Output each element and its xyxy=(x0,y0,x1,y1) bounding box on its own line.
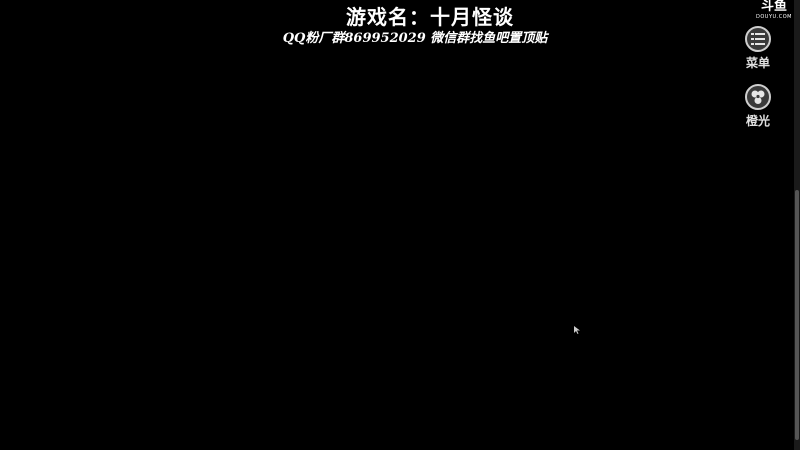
orange-light-button-label: 橙光 xyxy=(745,114,770,128)
stream-title-overlay: 游戏名：十月怪谈 xyxy=(346,5,514,29)
orange-light-button[interactable]: 橙光 xyxy=(734,84,782,130)
orange-light-icon xyxy=(745,84,771,110)
vertical-scrollbar[interactable] xyxy=(794,0,800,450)
game-canvas[interactable]: 游戏名：十月怪谈 QQ粉厂群869952029 微信群找鱼吧置顶贴 斗鱼 DOU… xyxy=(0,0,800,450)
menu-button[interactable]: 菜单 xyxy=(734,26,782,72)
menu-button-label: 菜单 xyxy=(745,56,770,70)
menu-icon xyxy=(745,26,771,52)
watermark-domain: DOUYU.COM xyxy=(756,14,792,20)
scrollbar-thumb[interactable] xyxy=(795,190,799,440)
watermark-logo-text: 斗鱼 xyxy=(760,0,787,14)
platform-watermark: 斗鱼 DOUYU.COM xyxy=(752,0,796,20)
mouse-cursor-icon xyxy=(574,319,580,334)
side-panel: 菜单 橙光 xyxy=(734,26,782,142)
stream-subtitle-overlay: QQ粉厂群869952029 微信群找鱼吧置顶贴 xyxy=(282,31,548,46)
